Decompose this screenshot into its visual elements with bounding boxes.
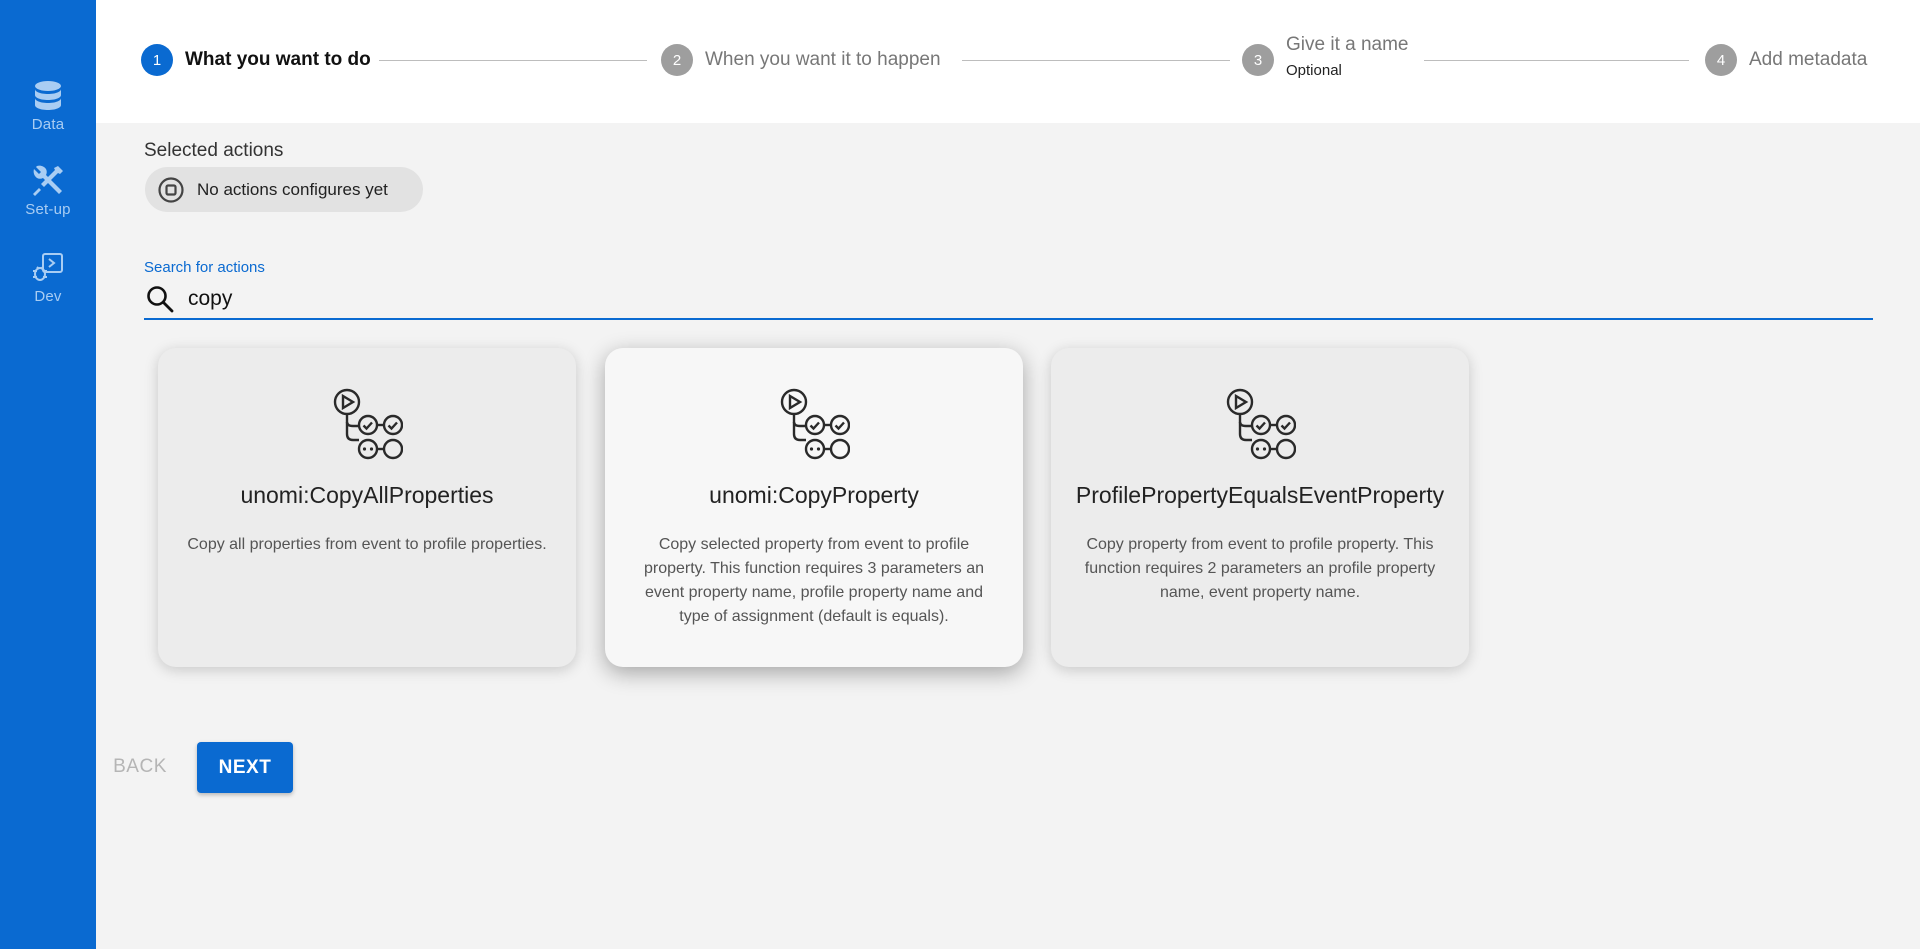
step-when-you-want-it-to-happen[interactable]: 2 When you want it to happen: [661, 44, 941, 76]
sidebar-item-label: Dev: [34, 288, 62, 305]
step-number: 3: [1242, 44, 1274, 76]
card-title: ProfilePropertyEqualsEventProperty: [1075, 482, 1445, 508]
action-card-profile-property-equals-event-property[interactable]: ProfilePropertyEqualsEventProperty Copy …: [1051, 348, 1469, 667]
step-label: Add metadata: [1749, 49, 1868, 70]
next-button[interactable]: NEXT: [197, 742, 293, 793]
tools-icon: [30, 163, 66, 199]
card-title: unomi:CopyAllProperties: [240, 482, 494, 508]
selected-actions-title: Selected actions: [144, 140, 284, 161]
card-description: Copy all properties from event to profil…: [187, 536, 547, 553]
step-connector: [379, 60, 647, 61]
step-connector: [1424, 60, 1689, 61]
card-description: Copy property from event to profile prop…: [1084, 536, 1436, 601]
step-label-text: Give it a name: [1286, 34, 1409, 55]
step-number: 4: [1705, 44, 1737, 76]
sidebar-item-label: Set-up: [25, 201, 71, 218]
workflow-icon: [333, 388, 403, 460]
step-connector: [962, 60, 1230, 61]
step-number: 2: [661, 44, 693, 76]
sidebar-item-setup[interactable]: Set-up: [0, 163, 96, 218]
sidebar-item-label: Data: [31, 116, 65, 133]
no-actions-chip: No actions configures yet: [145, 167, 423, 212]
database-icon: [30, 78, 66, 114]
step-number: 1: [141, 44, 173, 76]
step-label: When you want it to happen: [705, 49, 941, 70]
step-optional-label: Optional: [1286, 62, 1342, 79]
step-label: What you want to do: [185, 49, 371, 70]
card-description: Copy selected property from event to pro…: [643, 536, 985, 625]
action-card-copy-property[interactable]: unomi:CopyProperty Copy selected propert…: [605, 348, 1023, 667]
card-title: unomi:CopyProperty: [709, 482, 919, 508]
back-button[interactable]: BACK: [110, 743, 170, 791]
chip-label: No actions configures yet: [197, 179, 388, 199]
search-label: Search for actions: [144, 259, 265, 276]
stepper: 1 What you want to do 2 When you want it…: [96, 0, 1920, 123]
search-icon: [147, 286, 174, 313]
workflow-icon: [780, 388, 850, 460]
step-add-metadata[interactable]: 4 Add metadata: [1705, 44, 1867, 76]
dev-icon: [30, 250, 66, 286]
step-what-you-want-to-do[interactable]: 1 What you want to do: [141, 44, 371, 76]
sidebar-item-dev[interactable]: Dev: [0, 250, 96, 305]
action-card-copy-all-properties[interactable]: unomi:CopyAllProperties Copy all propert…: [158, 348, 576, 667]
step-give-it-a-name[interactable]: 3 Give it a name Optional: [1242, 34, 1409, 79]
sidebar: Data Set-up Dev: [0, 0, 96, 949]
stop-circle-icon: [158, 176, 184, 203]
workflow-icon: [1226, 388, 1296, 460]
search-field: [144, 280, 1873, 320]
search-input[interactable]: [188, 287, 1788, 311]
step-label: Give it a name Optional: [1286, 34, 1409, 79]
sidebar-item-data[interactable]: Data: [0, 78, 96, 133]
